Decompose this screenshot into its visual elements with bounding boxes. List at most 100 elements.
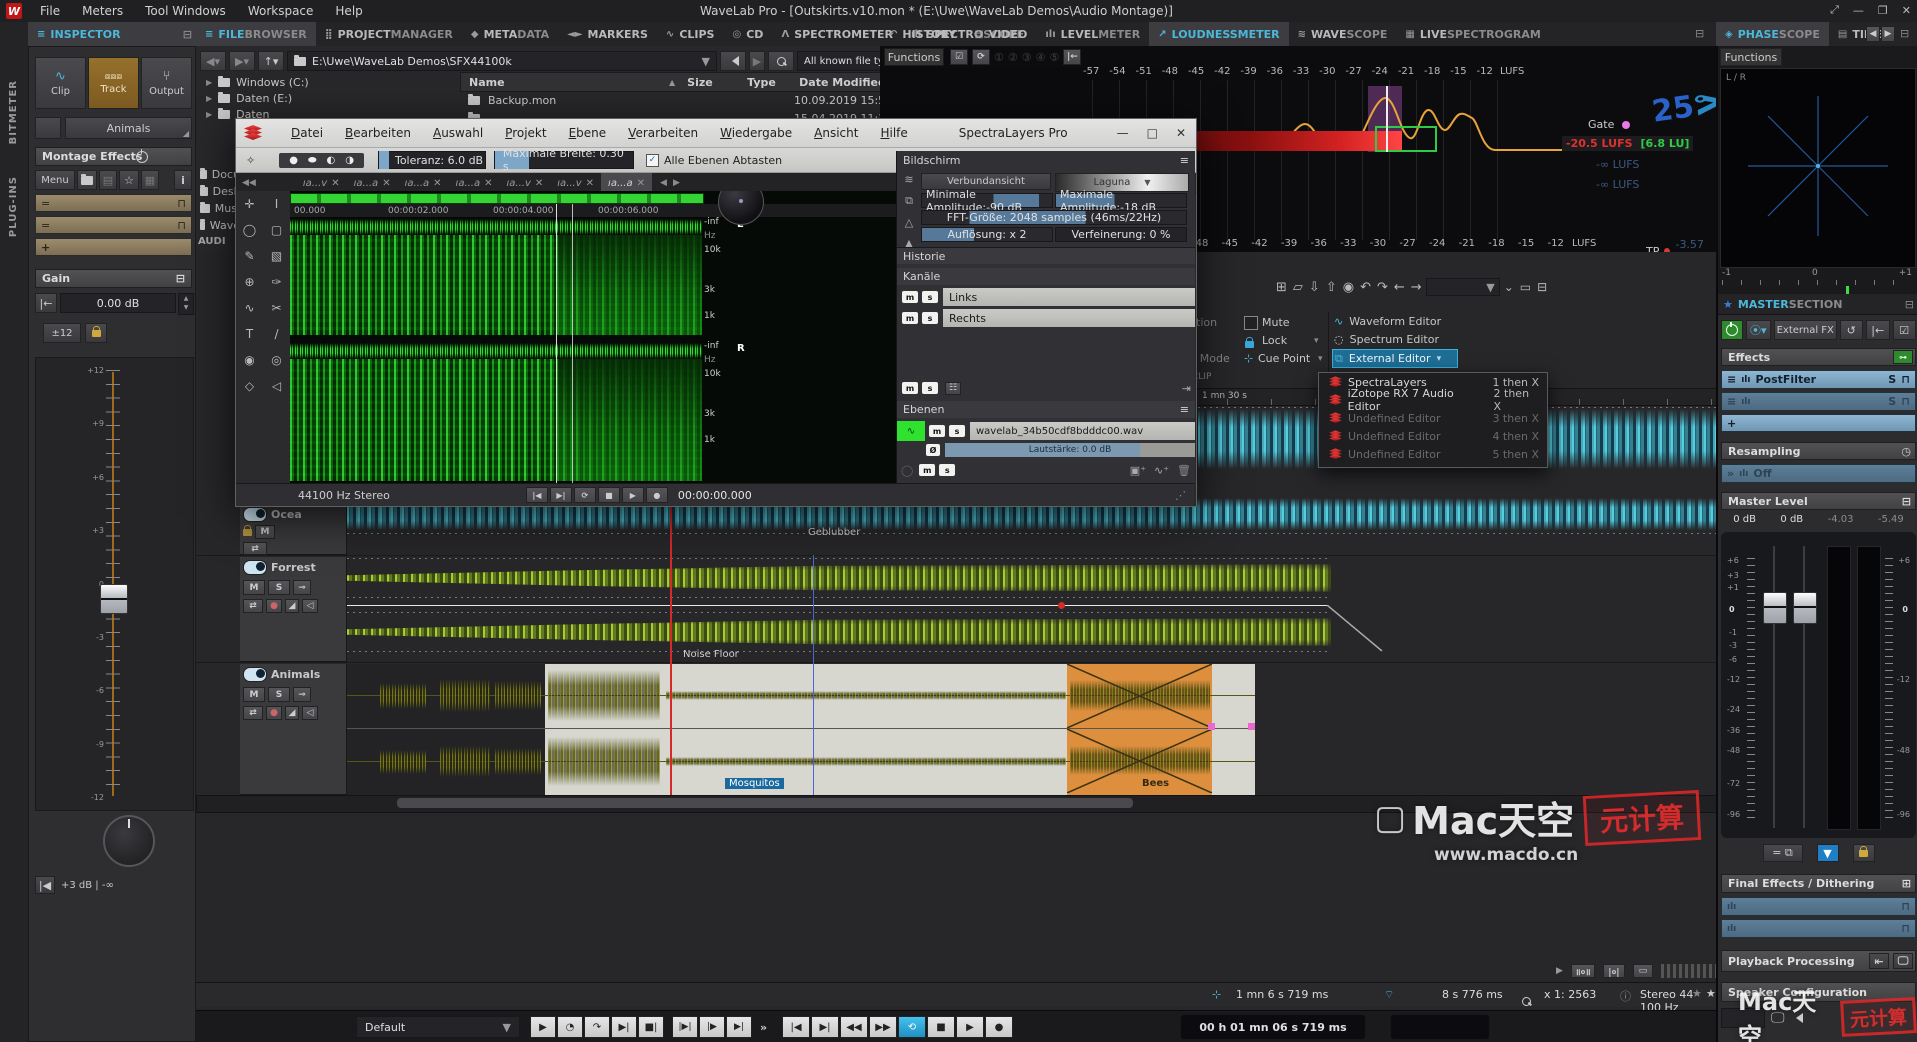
transport-button[interactable]: ◀◀	[840, 1016, 868, 1038]
layer-solo-button[interactable]: s	[948, 424, 966, 438]
effects-menu-button[interactable]: Menu	[35, 170, 75, 190]
sl-transport-button[interactable]: ⟳	[573, 487, 596, 503]
mute-button[interactable]: M	[255, 525, 275, 539]
sl-tool-icon[interactable]: ∕	[263, 321, 290, 347]
monitor-button[interactable]: ◁	[302, 706, 318, 720]
shape-icon[interactable]: ●	[289, 155, 298, 166]
open-preset-button[interactable]	[77, 170, 97, 190]
sl-project-tab[interactable]: ıa...a ✕	[449, 173, 500, 193]
channel-mute-button[interactable]: m	[901, 290, 919, 304]
reset-gain-button[interactable]: |←	[35, 293, 57, 313]
toolbar-icon[interactable]: ▱	[1293, 280, 1303, 295]
sl-time-ruler[interactable]: 00.000 00:00:02.000 00:00:04.000 00:00:0…	[290, 204, 896, 217]
tab-close-icon[interactable]: ✕	[433, 178, 441, 189]
sl-tool-icon[interactable]: ◎	[263, 347, 290, 373]
sl-project-tab[interactable]: ıa...v ✕	[500, 173, 551, 193]
routing-button[interactable]: ⇄	[243, 599, 263, 613]
sl-project-tab[interactable]: ıa...a ✕	[347, 173, 398, 193]
layer-volume-row[interactable]: Ø Lautstärke: 0.0 dB	[925, 442, 1195, 458]
transport-button[interactable]: |◀	[782, 1016, 810, 1038]
sl-menu-item[interactable]: Projekt	[494, 126, 557, 140]
resampling-slot[interactable]: » ılı Off	[1721, 464, 1916, 483]
workspace-tab[interactable]: ▤ VIDEO	[965, 22, 1036, 46]
sl-project-tab[interactable]: ıa...v ✕	[550, 173, 601, 193]
menu-item[interactable]: Help	[325, 4, 372, 18]
add-effect-slot[interactable]: +	[35, 238, 192, 256]
track-monitor-toggle[interactable]	[243, 667, 267, 682]
tab-close-icon[interactable]: ✕	[637, 178, 645, 189]
bypass-all-button[interactable]: ↺	[1839, 320, 1864, 340]
sl-tool-icon[interactable]: I	[263, 191, 290, 217]
sl-transport-button[interactable]: ■	[597, 487, 620, 503]
tree-row[interactable]: Musi	[200, 200, 240, 217]
clip-label-mosquitos[interactable]: Mosquitos	[725, 778, 784, 789]
layer-volume-bar[interactable]: Lautstärke: 0.0 dB	[945, 443, 1195, 457]
expand-icon[interactable]: ▶	[206, 94, 212, 103]
amp-view-icon[interactable]: ⧉	[899, 194, 919, 208]
effects-button[interactable]: ⊸	[293, 580, 311, 595]
track-header-animals[interactable]: Animals M S ⊸ ⇄ ● ◢ ◁	[240, 664, 347, 795]
preset-4-icon[interactable]: ④	[1036, 51, 1046, 64]
tab-next-icon[interactable]: ▶	[673, 178, 680, 188]
tab-scroll-right-icon[interactable]: ▶	[1881, 26, 1895, 42]
toolbar-icon[interactable]: ⇧	[1326, 280, 1337, 295]
mute-all-button[interactable]: m	[901, 381, 919, 395]
montage-hscrollbar[interactable]	[196, 795, 1718, 813]
workspace-tab[interactable]: ▦ LIVESPECTROGRAM	[1396, 22, 1549, 46]
sl-tool-icon[interactable]: ✑	[263, 269, 290, 295]
toolbar-icon[interactable]: ←	[1394, 280, 1405, 295]
path-field[interactable]: E:\Uwe\WaveLab Demos\SFX44100k ▼	[287, 51, 717, 71]
transport-expand-icon[interactable]: »	[760, 1021, 767, 1034]
toolbar-icon[interactable]: ⊞	[1276, 280, 1287, 295]
menu-item[interactable]: File	[30, 4, 70, 18]
refinement-field[interactable]: Verfeinerung: 0 %	[1055, 227, 1187, 242]
solo-all-button[interactable]: s	[921, 381, 939, 395]
track-header-forrest[interactable]: Forrest M S ⊸ ⇄ ● ◢ ◁	[240, 557, 347, 662]
tab-inspector[interactable]: ≡ INSPECTOR ⊟	[28, 22, 196, 46]
toolbar-icon[interactable]: ⊟	[1537, 280, 1547, 294]
unlock-button[interactable]	[1852, 844, 1875, 862]
view-mode-1[interactable]: ॥०॥	[1570, 964, 1595, 978]
tab-overflow-icon[interactable]: ◀◀	[242, 178, 256, 188]
workspace-tab[interactable]: ◆ METADATA	[462, 22, 558, 46]
spectrum-editor-button[interactable]: ◌ Spectrum Editor	[1334, 331, 1454, 348]
routing-button[interactable]: ⇄	[243, 542, 267, 555]
final-fx-slot-1[interactable]: ılı ⊓	[1721, 897, 1916, 916]
bypass-icon[interactable]: ⊓	[1901, 373, 1910, 386]
workspace-tab[interactable]: ↗ LOUDNESSMETER	[1149, 22, 1289, 46]
preset-5-icon[interactable]: ⑤	[1050, 51, 1060, 64]
delete-layer-icon[interactable]: 🗑	[1177, 464, 1191, 477]
shape-icon[interactable]: ⬬	[308, 155, 317, 166]
min-amplitude-field[interactable]: Minimale Amplitude:-90 dB	[921, 188, 1053, 214]
fold-button[interactable]: ◢	[285, 706, 299, 720]
tab-close-icon[interactable]: ✕	[586, 178, 594, 189]
fft-view-icon[interactable]: △	[899, 216, 919, 229]
restore-down-icon[interactable]: ⤢	[1830, 3, 1839, 17]
transport-button[interactable]: ▶	[530, 1016, 556, 1038]
cursor-position[interactable]: 1 mn 6 s 719 ms	[1236, 988, 1328, 1001]
fft-size-field[interactable]: FFT-Größe: 2048 samples (46ms/22Hz)	[921, 210, 1187, 225]
solo-button[interactable]: S	[268, 687, 290, 702]
clip-tab[interactable]: ∿ Clip	[35, 57, 86, 109]
sl-minimize-icon[interactable]: —	[1117, 126, 1129, 140]
workspace-tab[interactable]: ◄► MARKERS	[558, 22, 657, 46]
sl-transport-button[interactable]: ●	[645, 487, 668, 503]
file-button[interactable]: ▤	[99, 170, 117, 190]
clip-handle[interactable]	[1208, 723, 1215, 730]
output-tab[interactable]: ⑂ Output	[141, 57, 192, 109]
lock-dropdown-icon[interactable]: ▾	[1314, 336, 1319, 346]
collapse-icon[interactable]: ⊟	[1902, 495, 1911, 508]
favorites-button[interactable]: ☆	[119, 170, 139, 190]
transport-button[interactable]: ▶|	[811, 1016, 839, 1038]
tab-prev-icon[interactable]: ◀	[660, 178, 667, 188]
master-fader-right[interactable]	[1793, 592, 1817, 624]
gain-value-left[interactable]: 0 dB	[1733, 514, 1756, 525]
sl-tool-icon[interactable]: ◁	[263, 373, 290, 399]
transport-button[interactable]: |▶	[699, 1016, 725, 1038]
apply-button[interactable]: ☑	[1892, 320, 1916, 340]
gain-value-field[interactable]: 0.00 dB	[60, 293, 176, 313]
fold-button[interactable]: ◢	[285, 599, 299, 613]
workspace-tab[interactable]: ≡ FILEBROWSER	[196, 22, 316, 46]
panel-options-icon[interactable]: ⊟	[1905, 298, 1914, 311]
sl-project-tab[interactable]: ıa...v ✕	[296, 173, 347, 193]
